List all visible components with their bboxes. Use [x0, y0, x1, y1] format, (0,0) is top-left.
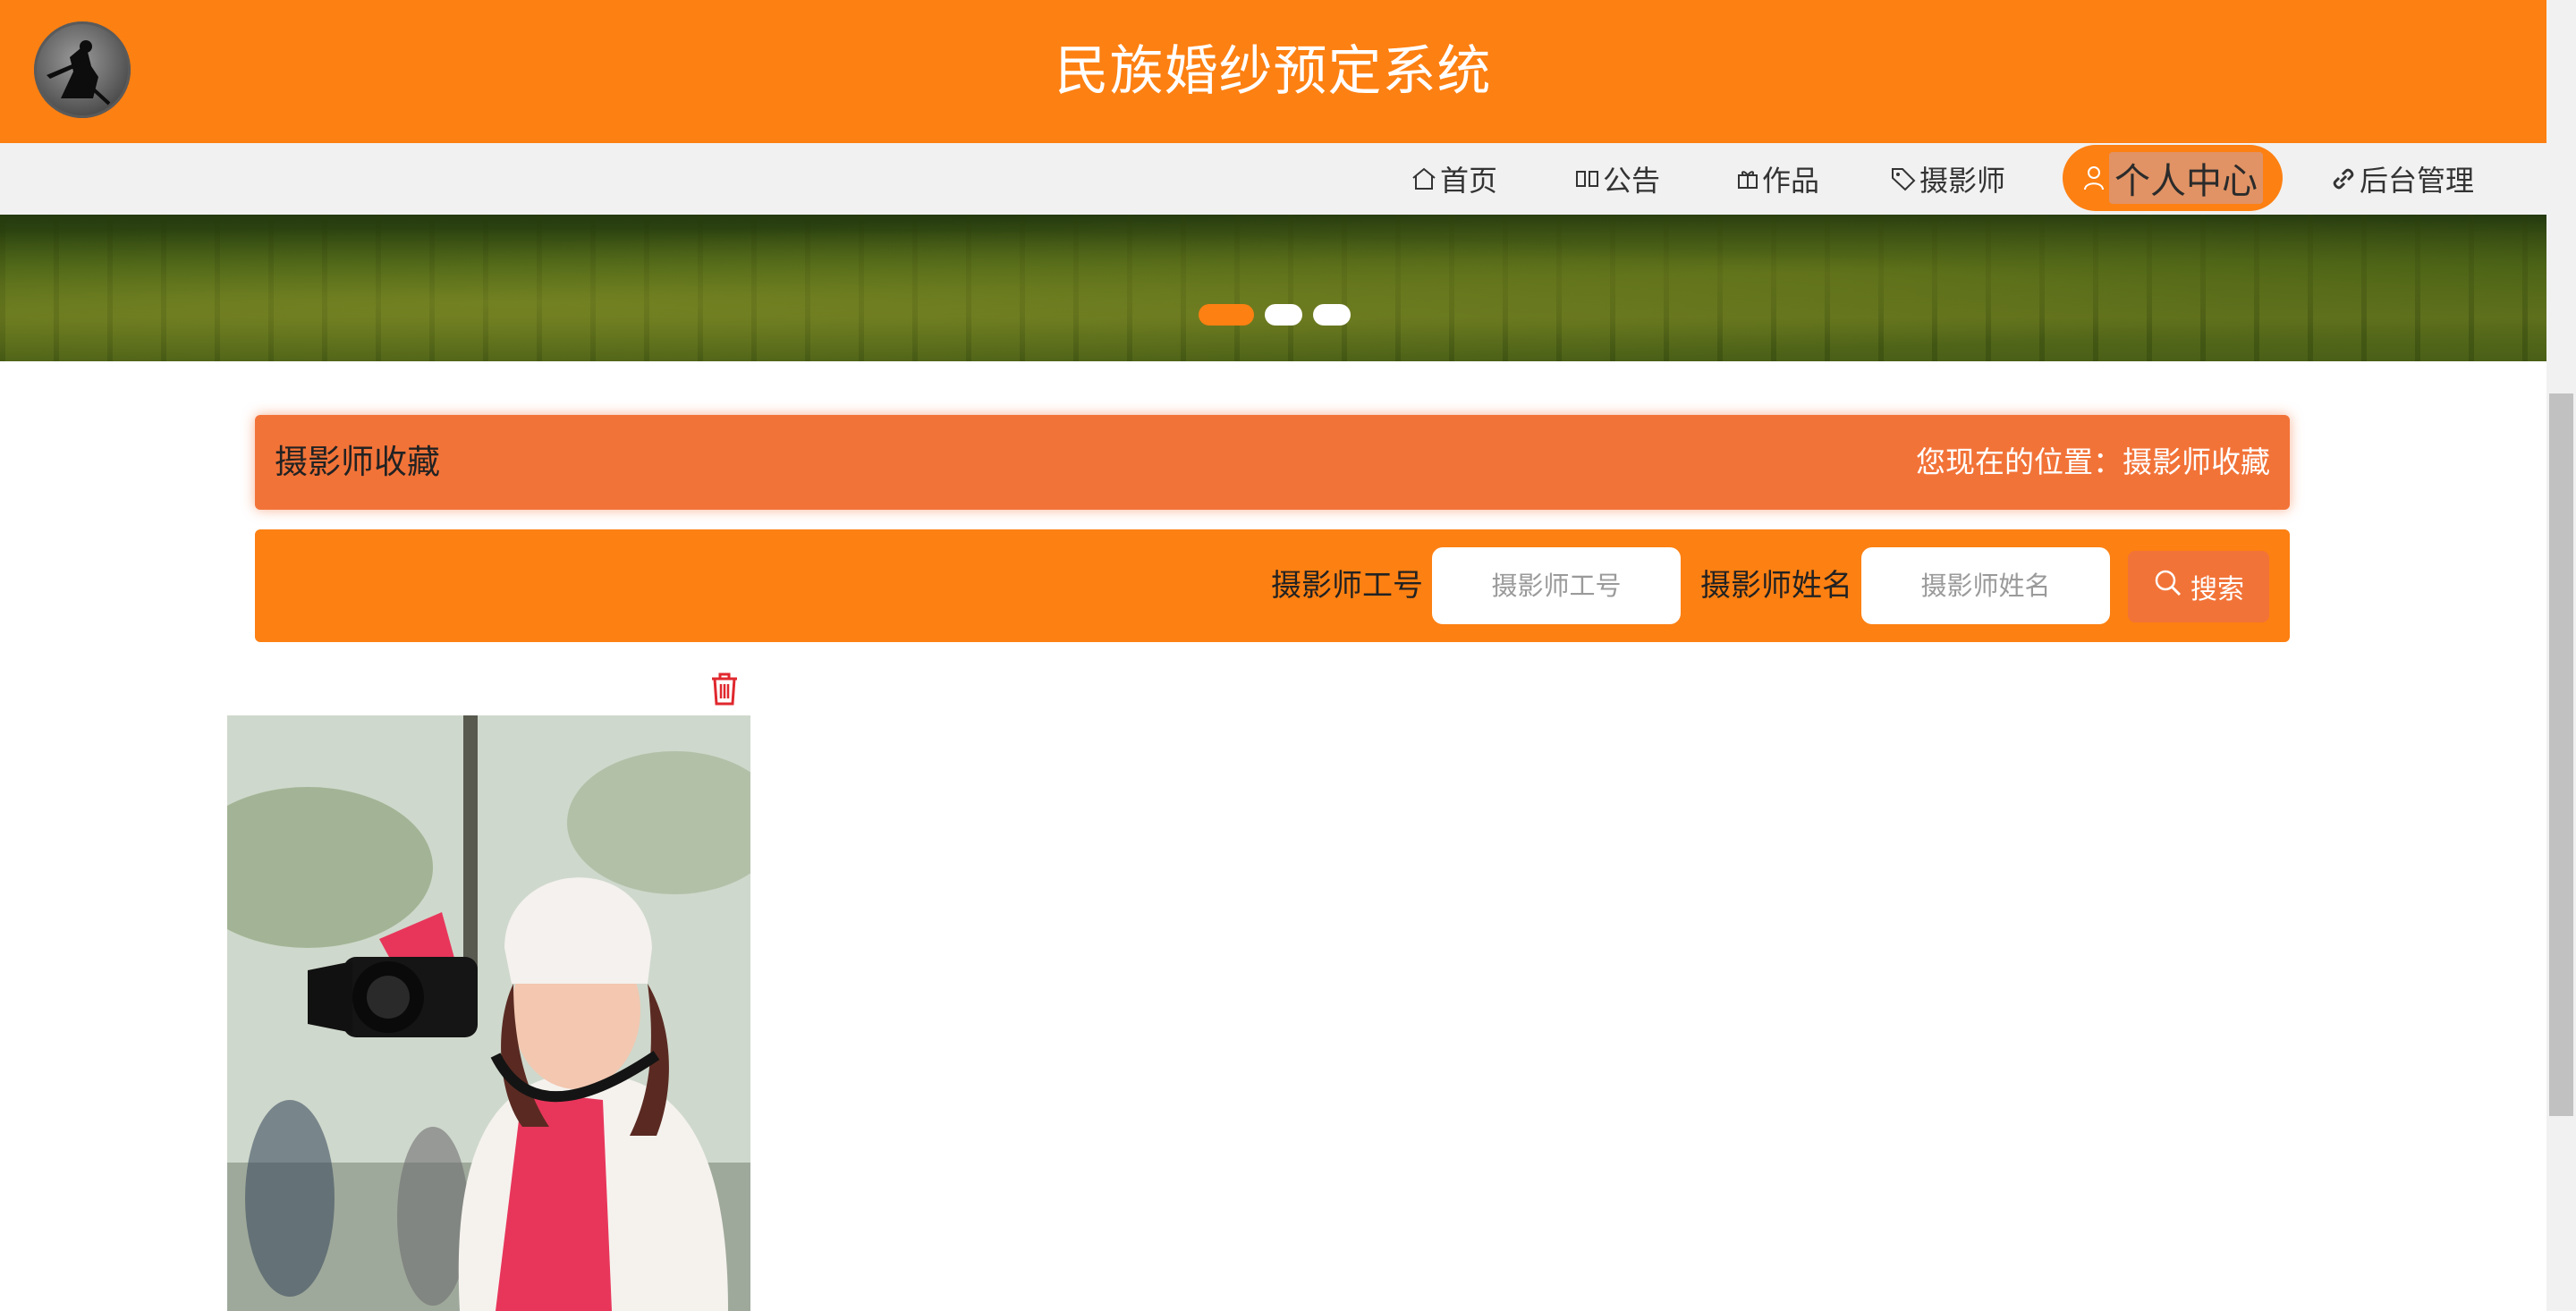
photographer-with-camera-photo: [227, 715, 750, 1311]
nav-label: 公告: [1603, 164, 1661, 198]
carousel-indicators: [1199, 304, 1351, 326]
nav-item-home[interactable]: 首页: [1410, 143, 1497, 215]
main-nav: 首页 公告 作品 摄影师 个人中心 后台管理: [0, 143, 2546, 215]
page-scrollbar-thumb[interactable]: [2549, 393, 2573, 1116]
breadcrumb: 您现在的位置：摄影师收藏: [1916, 444, 2270, 479]
site-title: 民族婚纱预定系统: [1055, 40, 1492, 103]
tag-icon: [1889, 165, 1918, 193]
search-button-label: 搜索: [2190, 574, 2244, 605]
search-button[interactable]: 搜索: [2128, 551, 2269, 622]
nav-item-user-center[interactable]: 个人中心: [2063, 145, 2283, 211]
nav-label: 首页: [1440, 164, 1498, 198]
nav-label: 作品: [1762, 164, 1820, 198]
home-icon: [1410, 165, 1438, 193]
gift-icon: [1735, 165, 1760, 193]
trash-icon: [712, 672, 737, 706]
photographer-name-input[interactable]: [1861, 547, 2110, 624]
announcement-icon: [1574, 165, 1601, 193]
nav-item-works[interactable]: 作品: [1735, 143, 1819, 215]
nav-item-announcement[interactable]: 公告: [1574, 143, 1660, 215]
carousel-dot-2[interactable]: [1265, 304, 1302, 326]
header-bar: 民族婚纱预定系统: [0, 0, 2546, 143]
photographer-name-label: 摄影师姓名: [1700, 568, 1852, 604]
banner-carousel[interactable]: [0, 215, 2546, 361]
nav-item-admin[interactable]: 后台管理: [2329, 143, 2474, 215]
nav-label: 个人中心: [2109, 152, 2263, 204]
nav-label: 后台管理: [2360, 164, 2475, 198]
link-icon: [2329, 165, 2358, 193]
carousel-dot-3[interactable]: [1313, 304, 1351, 326]
nav-item-photographer[interactable]: 摄影师: [1889, 143, 2005, 215]
nav-label: 摄影师: [1919, 164, 2006, 198]
photographer-id-input[interactable]: [1432, 547, 1681, 624]
photographer-id-label: 摄影师工号: [1271, 568, 1423, 604]
search-bar: 摄影师工号 摄影师姓名 搜索: [255, 529, 2290, 642]
user-icon: [2080, 163, 2107, 193]
photographer-card-image[interactable]: [227, 715, 750, 1311]
page-title: 摄影师收藏: [275, 443, 440, 481]
delete-favorite-button[interactable]: [708, 671, 741, 706]
carousel-dot-1[interactable]: [1199, 304, 1254, 326]
search-icon: [2153, 568, 2183, 605]
page-title-bar: 摄影师收藏 您现在的位置：摄影师收藏: [255, 415, 2290, 510]
